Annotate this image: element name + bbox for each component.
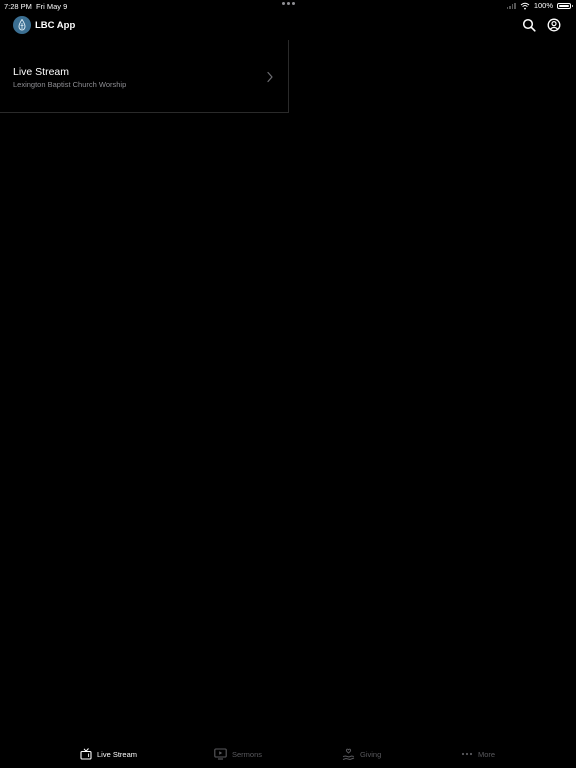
tab-label: Giving bbox=[360, 749, 382, 759]
play-screen-icon bbox=[214, 748, 227, 760]
tab-label: Live Stream bbox=[97, 749, 138, 759]
status-time: 7:28 PM bbox=[4, 2, 32, 11]
status-date: Fri May 9 bbox=[36, 2, 68, 11]
tab-sermons[interactable]: Sermons bbox=[214, 746, 262, 762]
tab-giving[interactable]: Giving bbox=[342, 746, 381, 762]
chevron-right-icon bbox=[267, 71, 273, 83]
profile-icon[interactable] bbox=[547, 18, 561, 32]
wifi-icon bbox=[520, 2, 530, 9]
list-item-title: Live Stream bbox=[13, 66, 70, 78]
app-logo-icon bbox=[13, 16, 31, 34]
signal-icon bbox=[506, 2, 516, 9]
giving-hand-icon bbox=[342, 748, 355, 760]
app-header: LBC App bbox=[0, 14, 576, 38]
content-panel: Live Stream Lexington Baptist Church Wor… bbox=[0, 40, 289, 113]
ellipsis-icon bbox=[461, 752, 473, 756]
tab-more[interactable]: More bbox=[461, 746, 495, 762]
list-item-subtitle: Lexington Baptist Church Worship bbox=[13, 80, 127, 89]
app-title: LBC App bbox=[35, 20, 76, 31]
status-indicators: 100% bbox=[506, 1, 573, 10]
status-bar: 7:28 PM Fri May 9 100% bbox=[0, 0, 576, 12]
tab-bar: Live Stream Sermons Giving More bbox=[0, 742, 576, 768]
list-item-live-stream[interactable]: Live Stream Lexington Baptist Church Wor… bbox=[0, 63, 289, 93]
battery-icon bbox=[557, 2, 573, 9]
tab-label: Sermons bbox=[232, 749, 263, 759]
tv-icon bbox=[80, 748, 92, 760]
tab-live-stream[interactable]: Live Stream bbox=[80, 746, 137, 762]
search-icon[interactable] bbox=[522, 18, 536, 32]
multitasking-dots-icon[interactable] bbox=[282, 2, 296, 5]
tab-label: More bbox=[478, 749, 496, 759]
battery-percentage: 100% bbox=[533, 1, 553, 10]
